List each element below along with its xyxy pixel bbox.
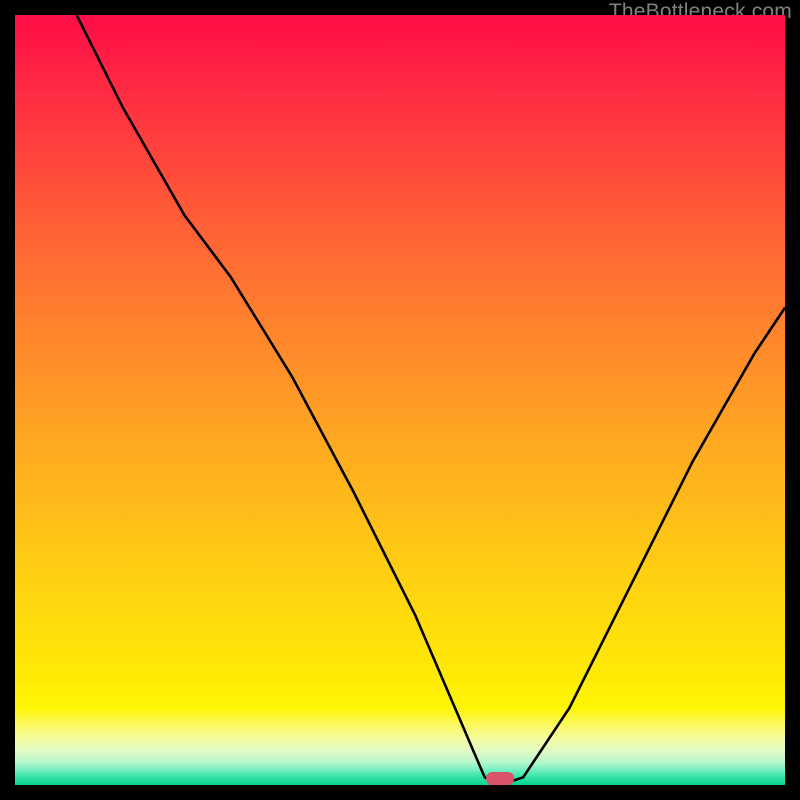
plot-area [15,15,785,785]
chart-stage: TheBottleneck.com [0,0,800,800]
bottleneck-curve [77,15,785,785]
curve-layer [15,15,785,785]
optimal-marker [486,772,514,785]
